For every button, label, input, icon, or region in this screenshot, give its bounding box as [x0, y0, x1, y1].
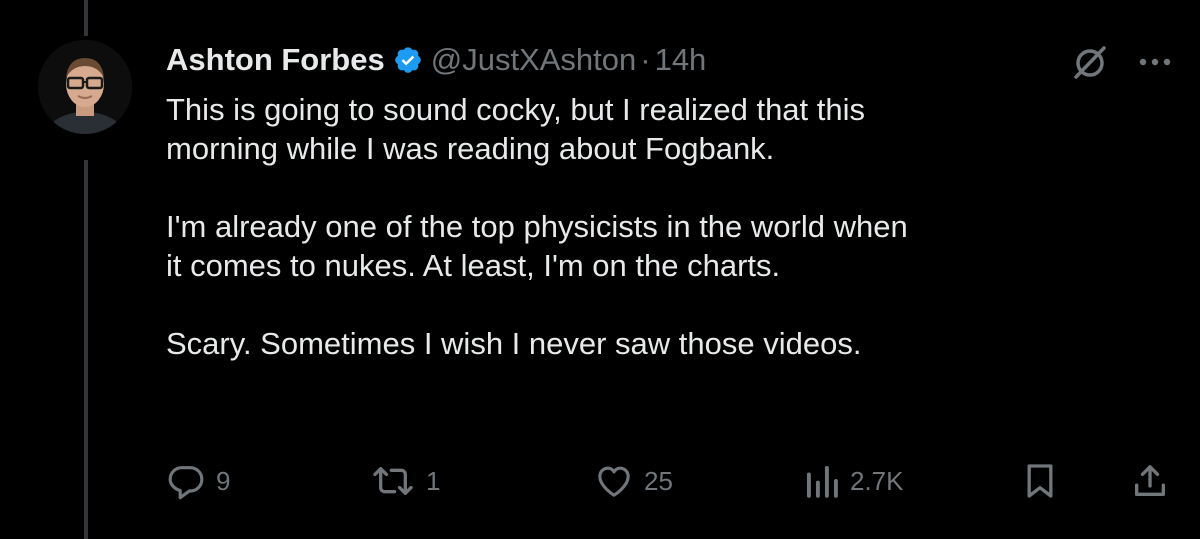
share-icon — [1135, 465, 1165, 496]
tweet-line: morning while I was reading about Fogban… — [166, 131, 775, 166]
like-button[interactable]: 25 — [594, 461, 673, 501]
retweet-icon — [373, 467, 413, 495]
share-button[interactable] — [1130, 461, 1170, 501]
thread-line-top — [84, 0, 88, 36]
more-icon[interactable] — [1138, 57, 1172, 67]
avatar-image — [38, 40, 132, 134]
verified-badge-icon — [393, 45, 423, 75]
tweet-paragraph: I'm already one of the top physicists in… — [166, 207, 1166, 285]
tweet-line: I'm already one of the top physicists in… — [166, 209, 908, 244]
avatar[interactable] — [38, 40, 132, 134]
reply-button[interactable]: 9 — [166, 461, 230, 501]
tweet-actions: 9 1 25 2.7K — [166, 456, 1176, 506]
tweet-paragraph: Scary. Sometimes I wish I never saw thos… — [166, 324, 1166, 363]
tweet-line: This is going to sound cocky, but I real… — [166, 92, 866, 127]
like-count: 25 — [644, 465, 673, 496]
tweet-paragraph: This is going to sound cocky, but I real… — [166, 90, 1166, 168]
reply-icon — [168, 466, 204, 500]
author-name[interactable]: Ashton Forbes — [166, 42, 385, 78]
bookmark-button[interactable] — [1020, 461, 1060, 501]
views-count: 2.7K — [850, 465, 904, 496]
tweet-time[interactable]: 14h — [655, 42, 707, 78]
tweet-text: This is going to sound cocky, but I real… — [166, 90, 1166, 363]
thread-line-bottom — [84, 160, 88, 539]
author-handle[interactable]: @JustXAshton — [431, 42, 637, 78]
retweet-button[interactable]: 1 — [370, 461, 440, 501]
bookmark-icon — [1027, 464, 1053, 498]
views-icon — [806, 465, 838, 498]
top-actions — [1070, 42, 1172, 82]
separator-dot: · — [640, 42, 651, 77]
tweet-line: Scary. Sometimes I wish I never saw thos… — [166, 326, 862, 361]
heart-icon — [598, 466, 630, 497]
retweet-count: 1 — [426, 465, 441, 496]
views-button[interactable]: 2.7K — [804, 461, 904, 501]
grok-icon[interactable] — [1070, 42, 1110, 82]
reply-count: 9 — [216, 465, 231, 496]
tweet-header: Ashton Forbes @JustXAshton · 14h — [166, 38, 706, 82]
tweet-line: it comes to nukes. At least, I'm on the … — [166, 248, 781, 283]
